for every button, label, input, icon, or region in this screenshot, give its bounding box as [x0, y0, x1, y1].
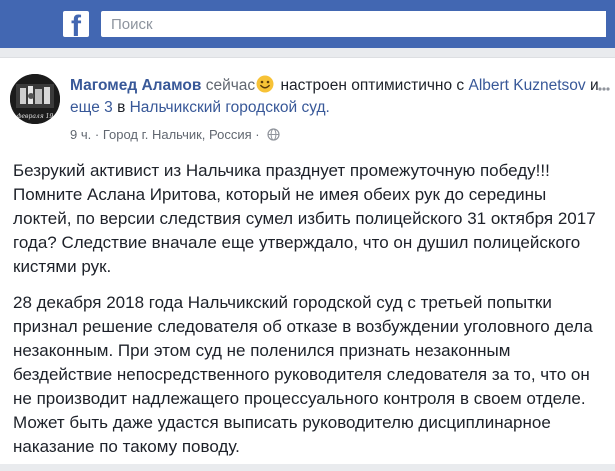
facebook-logo[interactable]: f: [63, 11, 89, 37]
search-box[interactable]: [101, 11, 606, 37]
post-timestamp-link[interactable]: 9 ч.: [70, 127, 91, 142]
globe-icon[interactable]: [267, 128, 280, 141]
tagged-user-first-name: Albert: [468, 77, 509, 94]
search-input[interactable]: [111, 11, 591, 37]
post-paragraph-2: 28 декабря 2018 года Нальчикский городск…: [13, 293, 593, 456]
in-word: в: [117, 99, 126, 116]
and-word: и: [590, 77, 599, 94]
place-link[interactable]: Нальчикский городской суд.: [130, 99, 330, 116]
post-meta: 9 ч. · Город г. Нальчик, Россия ·: [70, 127, 280, 142]
others-link[interactable]: еще 3: [70, 99, 113, 116]
avatar-caption: февраля 19: [17, 113, 54, 120]
tagged-user-last-name: Kuznetsov: [513, 77, 586, 94]
author-name-link[interactable]: Магомед Аламов: [70, 77, 201, 94]
meta-separator: ·: [94, 127, 100, 142]
location-link[interactable]: Город г. Нальчик, Россия: [103, 127, 252, 142]
post-time-label: сейчас: [205, 77, 256, 94]
post-header: Магомед Аламов сейчас настроен оптимисти…: [70, 75, 610, 119]
meta-separator-2: ·: [255, 127, 260, 142]
smiling-face-icon: [256, 75, 274, 93]
tagged-user-link[interactable]: Albert Kuznetsov: [468, 77, 585, 94]
top-navigation-bar: f: [0, 0, 615, 48]
post-body: Безрукий активист из Нальчика празднует …: [13, 159, 608, 471]
post-card: февраля 19 Магомед Аламов сейчас настрое…: [0, 57, 615, 464]
feeling-text: настроен оптимистично с: [280, 77, 465, 94]
facebook-logo-letter: f: [71, 11, 81, 38]
avatar-image: февраля 19: [10, 74, 60, 124]
author-avatar[interactable]: февраля 19: [10, 74, 60, 124]
post-paragraph-1: Безрукий активист из Нальчика празднует …: [13, 161, 596, 276]
